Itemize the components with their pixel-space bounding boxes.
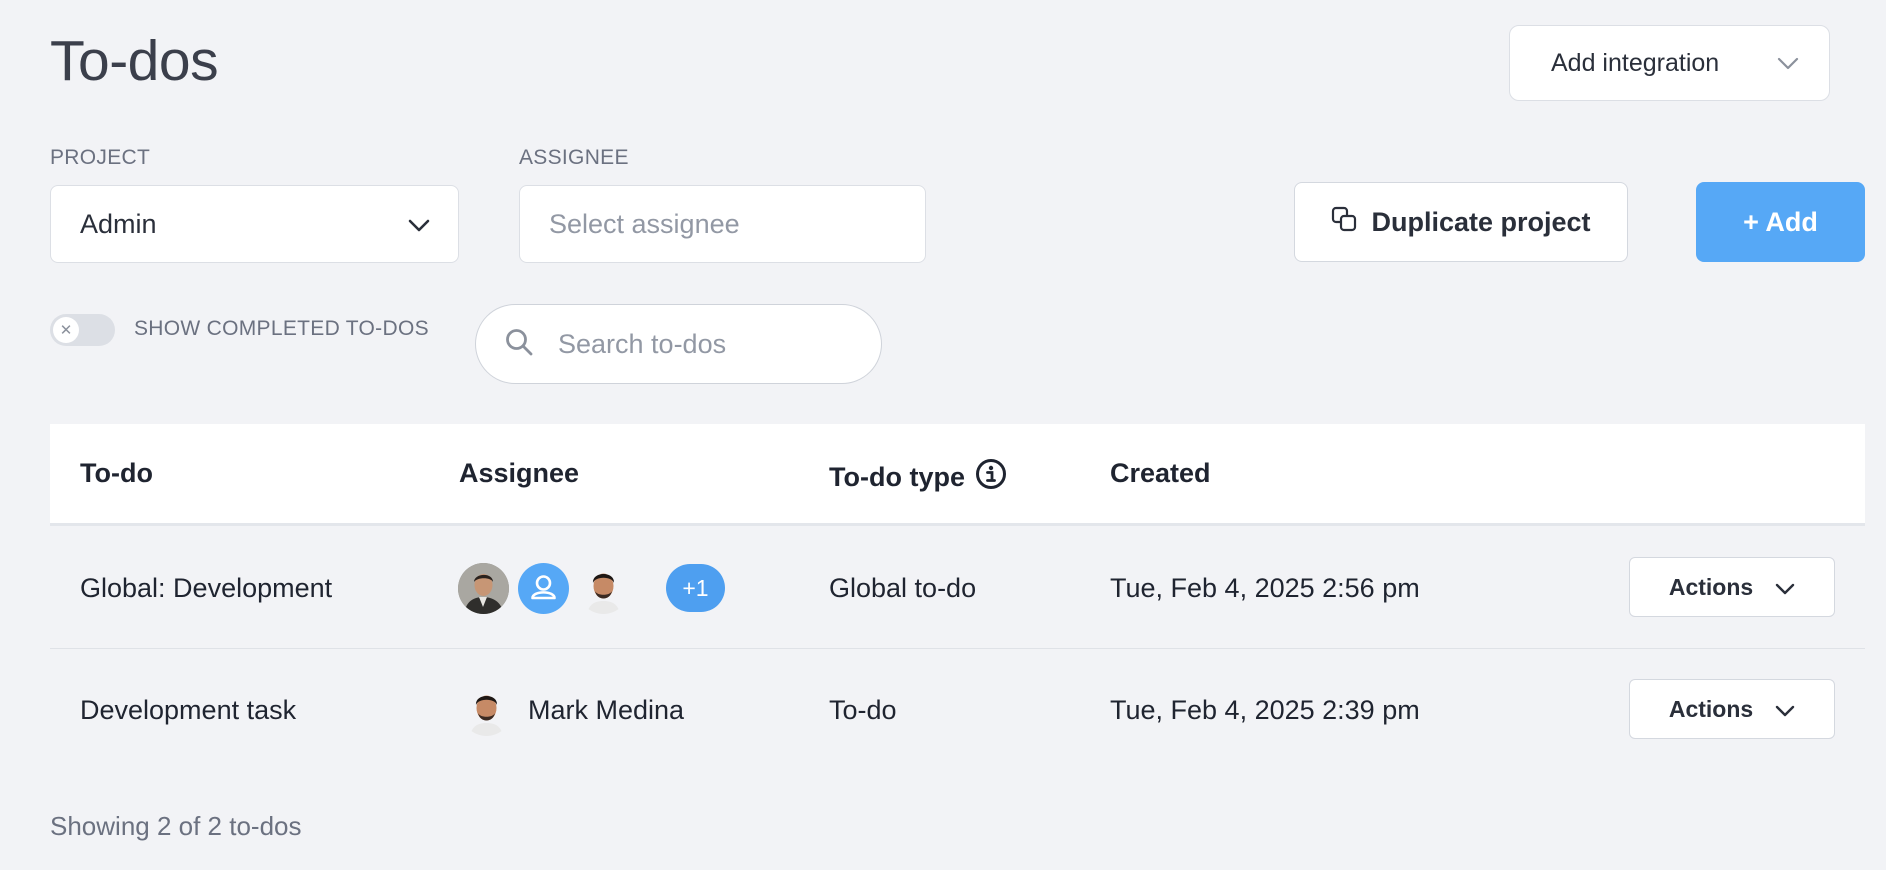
- row-todo-name[interactable]: Development task: [80, 649, 296, 771]
- project-label: PROJECT: [50, 146, 151, 169]
- add-button[interactable]: + Add: [1696, 182, 1865, 262]
- chevron-down-icon: [1777, 49, 1799, 78]
- add-integration-label: Add integration: [1551, 48, 1720, 77]
- duplicate-project-label: Duplicate project: [1371, 206, 1591, 237]
- search-icon: [504, 327, 534, 362]
- actions-label: Actions: [1668, 573, 1754, 600]
- search-input[interactable]: Search to-dos: [475, 304, 882, 384]
- info-icon[interactable]: [975, 458, 1007, 497]
- assignee-name: Mark Medina: [528, 694, 685, 725]
- column-header-assignee[interactable]: Assignee: [459, 458, 579, 489]
- todos-page: To-dos Add integration PROJECT Admin ASS…: [0, 0, 1886, 870]
- column-header-type[interactable]: To-do type: [829, 458, 1007, 497]
- chevron-down-icon: [408, 209, 430, 240]
- column-header-created-label: Created: [1110, 458, 1211, 488]
- table-header: To-do Assignee To-do type Created: [50, 424, 1865, 526]
- search-placeholder: Search to-dos: [558, 328, 727, 359]
- row-created: Tue, Feb 4, 2025 2:39 pm: [1110, 694, 1420, 725]
- assignee-select[interactable]: Select assignee: [519, 185, 926, 263]
- column-header-created[interactable]: Created: [1110, 458, 1211, 489]
- column-header-todo-label: To-do: [80, 458, 153, 488]
- column-header-type-label: To-do type: [829, 462, 965, 492]
- row-todo-type: To-do: [829, 694, 897, 725]
- table-row[interactable]: Global: Development +1 Global to-do Tue,…: [50, 527, 1865, 649]
- row-assignees: +1: [458, 527, 725, 649]
- duplicate-project-button[interactable]: Duplicate project: [1294, 182, 1628, 262]
- copy-icon: [1331, 206, 1357, 239]
- assignee-select-placeholder: Select assignee: [549, 208, 740, 239]
- row-assignees: Mark Medina: [461, 649, 684, 771]
- results-summary: Showing 2 of 2 to-dos: [50, 811, 302, 841]
- avatar: [578, 562, 629, 614]
- avatar: [461, 684, 512, 736]
- assignee-label: ASSIGNEE: [519, 146, 629, 169]
- avatar: [458, 562, 509, 614]
- chevron-down-icon: [1775, 574, 1795, 601]
- row-todo-name[interactable]: Global: Development: [80, 527, 332, 649]
- row-created: Tue, Feb 4, 2025 2:56 pm: [1110, 572, 1420, 603]
- page-title: To-dos: [50, 29, 219, 93]
- chevron-down-icon: [1775, 696, 1795, 723]
- project-select-value: Admin: [80, 208, 157, 239]
- add-integration-dropdown[interactable]: Add integration: [1509, 25, 1830, 101]
- actions-dropdown-button[interactable]: Actions: [1629, 679, 1835, 739]
- actions-label: Actions: [1668, 695, 1754, 722]
- show-completed-label: SHOW COMPLETED TO-DOS: [134, 317, 429, 340]
- project-select[interactable]: Admin: [50, 185, 459, 263]
- row-todo-type: Global to-do: [829, 572, 977, 603]
- table-row[interactable]: Development task Mark Medina To-do Tue, …: [50, 649, 1865, 771]
- user-placeholder-avatar: [518, 562, 569, 614]
- more-assignees-badge[interactable]: +1: [666, 564, 725, 612]
- column-header-todo[interactable]: To-do: [80, 458, 153, 489]
- column-header-assignee-label: Assignee: [459, 458, 580, 488]
- show-completed-toggle[interactable]: ✕: [50, 314, 115, 346]
- actions-dropdown-button[interactable]: Actions: [1629, 557, 1835, 617]
- close-icon: ✕: [53, 317, 79, 343]
